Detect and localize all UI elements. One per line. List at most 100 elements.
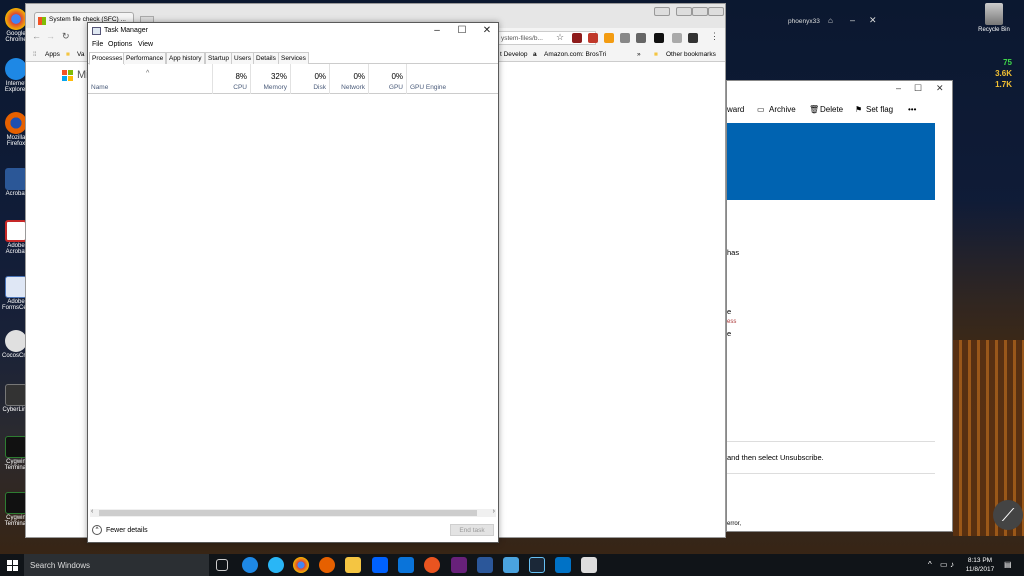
- more-actions-button[interactable]: •••: [908, 105, 916, 114]
- bookmark-apps[interactable]: Apps: [45, 51, 60, 58]
- mail-toolbar: ward ▭ Archive 🗑 Delete ⚑ Set flag •••: [727, 103, 953, 119]
- scroll-left-icon[interactable]: ‹: [91, 508, 93, 515]
- column-cpu[interactable]: 8% CPU: [213, 64, 251, 94]
- desktop-icon-label: Acrobat: [5, 191, 27, 197]
- tab-details[interactable]: Details: [253, 52, 279, 64]
- extension-pocket-icon[interactable]: [672, 33, 682, 43]
- store-icon[interactable]: [398, 557, 414, 573]
- notifications-icon[interactable]: ▤: [1004, 560, 1012, 569]
- clock-time: 8:13 PM: [967, 557, 993, 564]
- fewer-details-button[interactable]: ^ Fewer details: [92, 525, 148, 535]
- column-network[interactable]: 0% Network: [330, 64, 369, 94]
- desktop-icon-label: Mozilla Firefox: [6, 135, 26, 147]
- bookmark-folder-icon: ■: [66, 51, 70, 58]
- chrome-icon: [5, 8, 27, 30]
- mail-maximize-button[interactable]: ☐: [914, 83, 922, 94]
- floating-app-button[interactable]: ⟋: [993, 500, 1023, 530]
- divider: [727, 473, 935, 474]
- horizontal-scrollbar[interactable]: ‹ ›: [90, 508, 496, 517]
- chrome-close-button[interactable]: [708, 7, 724, 16]
- tab-app-history[interactable]: App history: [166, 52, 205, 64]
- menu-view[interactable]: View: [138, 41, 153, 48]
- chrome-icon[interactable]: [293, 557, 309, 573]
- chrome-minimize-button[interactable]: [676, 7, 692, 16]
- window-title: Task Manager: [104, 27, 148, 34]
- extension-pdf-icon[interactable]: [572, 33, 582, 43]
- scroll-right-icon[interactable]: ›: [493, 508, 495, 515]
- archive-button[interactable]: Archive: [769, 105, 796, 114]
- tab-performance[interactable]: Performance: [123, 52, 167, 64]
- column-name[interactable]: ^ Name: [88, 64, 213, 94]
- network-percent: 0%: [353, 72, 365, 81]
- column-gpu[interactable]: 0% GPU: [369, 64, 407, 94]
- scrollbar-thumb[interactable]: [99, 510, 477, 516]
- volume-icon[interactable]: ♪: [950, 560, 954, 569]
- delete-button[interactable]: Delete: [820, 105, 843, 114]
- set-flag-button[interactable]: Set flag: [866, 105, 893, 114]
- forward-icon[interactable]: →: [46, 31, 55, 41]
- clock-date: 11/8/2017: [965, 566, 995, 573]
- task-view-icon[interactable]: [216, 559, 228, 571]
- extension-red-icon[interactable]: [588, 33, 598, 43]
- edge-icon[interactable]: [242, 557, 258, 573]
- mail-body-text: e: [727, 307, 732, 316]
- chrome-user-button[interactable]: [654, 7, 670, 16]
- mail-minimize-icon[interactable]: –: [850, 15, 855, 25]
- gamepad-icon[interactable]: ⌂: [828, 16, 833, 25]
- end-task-button[interactable]: End task: [450, 524, 494, 536]
- taskbar-search[interactable]: Search Windows: [24, 554, 209, 576]
- column-gpu-engine[interactable]: GPU Engine: [407, 64, 498, 94]
- mail-window: – ☐ ✕ ward ▭ Archive 🗑 Delete ⚑ Set flag…: [726, 80, 953, 532]
- menu-options[interactable]: Options: [108, 41, 132, 48]
- tab-services[interactable]: Services: [278, 52, 309, 64]
- ubuntu-icon[interactable]: [424, 557, 440, 573]
- chrome-maximize-button[interactable]: [692, 7, 708, 16]
- back-icon[interactable]: ←: [32, 31, 41, 41]
- extension-key-icon[interactable]: [688, 33, 698, 43]
- column-memory[interactable]: 32% Memory: [251, 64, 291, 94]
- maximize-button[interactable]: ☐: [452, 24, 472, 38]
- bookmark-other[interactable]: Other bookmarks: [666, 51, 716, 58]
- column-disk[interactable]: 0% Disk: [291, 64, 330, 94]
- minimize-button[interactable]: –: [427, 24, 447, 38]
- bookmark-star-icon[interactable]: ☆: [556, 32, 564, 43]
- mail-close-icon[interactable]: ✕: [869, 15, 877, 26]
- firefox-icon[interactable]: [319, 557, 335, 573]
- remote-desktop-icon[interactable]: [503, 557, 519, 573]
- divider: [727, 441, 935, 442]
- hw-value-3: 1.7K: [995, 80, 1012, 89]
- network-icon[interactable]: ▭: [940, 560, 948, 569]
- bookmark-item[interactable]: t Develop: [500, 51, 527, 58]
- system-clock[interactable]: 8:13 PM 11/8/2017: [960, 556, 1000, 574]
- process-list[interactable]: [88, 95, 498, 509]
- more-bookmarks-icon[interactable]: »: [637, 51, 641, 58]
- reload-icon[interactable]: ↻: [62, 31, 70, 42]
- visual-studio-icon[interactable]: [451, 557, 467, 573]
- word-icon[interactable]: [477, 557, 493, 573]
- extension-folder-icon[interactable]: [636, 33, 646, 43]
- outlook-icon[interactable]: [555, 557, 571, 573]
- close-button[interactable]: ✕: [477, 24, 497, 38]
- mail-close-button[interactable]: ✕: [936, 83, 944, 94]
- amazon-icon: a: [533, 51, 537, 58]
- bookmark-item[interactable]: Va: [77, 51, 84, 58]
- extension-rss-icon[interactable]: [604, 33, 614, 43]
- tab-startup[interactable]: Startup: [205, 52, 232, 64]
- dropbox-icon[interactable]: [372, 557, 388, 573]
- desktop-icon-recycle-bin[interactable]: Recycle Bin: [977, 3, 1011, 33]
- column-name-label: Name: [91, 84, 109, 91]
- extension-m-icon[interactable]: [620, 33, 630, 43]
- extension-arrow-icon[interactable]: [654, 33, 664, 43]
- forward-button[interactable]: ward: [727, 105, 744, 114]
- file-explorer-icon[interactable]: [345, 557, 361, 573]
- mail-body-link[interactable]: ess: [727, 319, 736, 325]
- internet-explorer-icon[interactable]: [268, 557, 284, 573]
- steam-icon[interactable]: [529, 557, 545, 573]
- show-hidden-icons-icon[interactable]: ^: [928, 560, 932, 569]
- tab-users[interactable]: Users: [231, 52, 254, 64]
- bookmark-item[interactable]: Amazon.com: BrosTri: [544, 51, 606, 58]
- menu-file[interactable]: File: [92, 41, 103, 48]
- mail-minimize-button[interactable]: –: [896, 83, 901, 93]
- chrome-menu-icon[interactable]: ⋮: [710, 31, 719, 42]
- start-button[interactable]: [0, 554, 24, 576]
